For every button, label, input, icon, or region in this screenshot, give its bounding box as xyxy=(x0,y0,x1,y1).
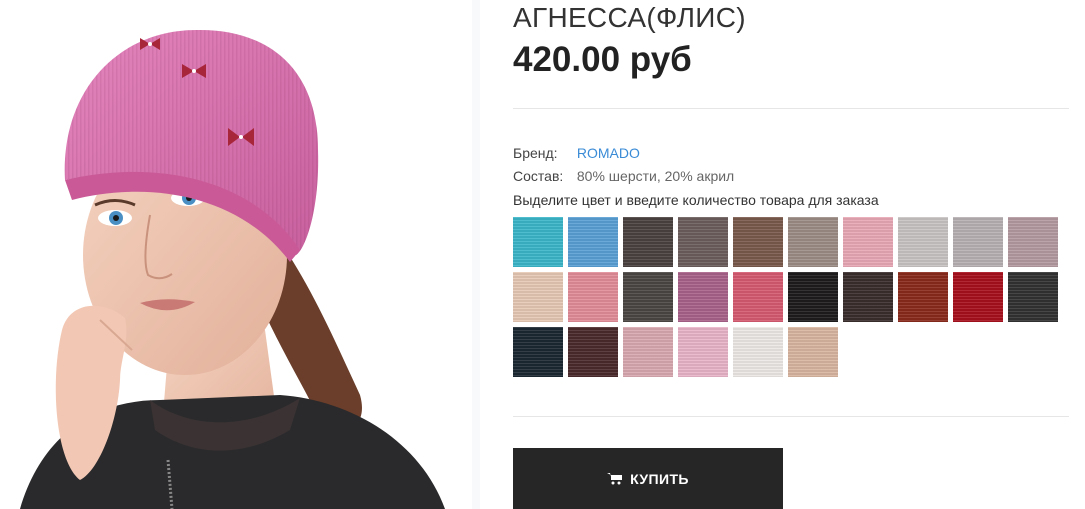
color-swatch[interactable] xyxy=(513,272,563,322)
color-swatch[interactable] xyxy=(1008,272,1058,322)
column-divider xyxy=(472,0,480,509)
product-photo[interactable] xyxy=(0,0,470,509)
product-info: АГНЕССА(ФЛИС) 420.00 руб Бренд: ROMADO С… xyxy=(513,0,1069,509)
color-swatch[interactable] xyxy=(623,327,673,377)
color-swatch[interactable] xyxy=(568,327,618,377)
color-swatch[interactable] xyxy=(788,217,838,267)
brand-label: Бренд: xyxy=(513,145,558,161)
divider xyxy=(513,416,1069,417)
product-title: АГНЕССА(ФЛИС) xyxy=(513,2,746,33)
color-swatch[interactable] xyxy=(1008,217,1058,267)
color-swatch[interactable] xyxy=(788,272,838,322)
color-swatch[interactable] xyxy=(623,272,673,322)
color-swatch[interactable] xyxy=(623,217,673,267)
composition-row: Состав: 80% шерсти, 20% акрил xyxy=(513,168,734,184)
color-swatch[interactable] xyxy=(678,327,728,377)
cart-icon xyxy=(607,473,623,485)
color-swatch[interactable] xyxy=(953,272,1003,322)
color-swatch[interactable] xyxy=(568,217,618,267)
color-swatch[interactable] xyxy=(733,327,783,377)
color-swatch[interactable] xyxy=(513,217,563,267)
buy-button-label: КУПИТЬ xyxy=(630,470,689,487)
buy-button[interactable]: КУПИТЬ xyxy=(513,448,783,509)
color-swatch[interactable] xyxy=(843,272,893,322)
color-swatch[interactable] xyxy=(953,217,1003,267)
product-price: 420.00 руб xyxy=(513,40,692,79)
composition-value: 80% шерсти, 20% акрил xyxy=(576,168,735,184)
color-swatch[interactable] xyxy=(733,272,783,322)
color-swatch[interactable] xyxy=(843,217,893,267)
color-swatch[interactable] xyxy=(898,272,948,322)
brand-row: Бренд: ROMADO xyxy=(513,145,640,161)
color-swatch[interactable] xyxy=(733,217,783,267)
color-swatch[interactable] xyxy=(898,217,948,267)
divider xyxy=(513,108,1069,109)
brand-link[interactable]: ROMADO xyxy=(577,145,640,161)
product-image xyxy=(20,29,445,509)
color-swatch[interactable] xyxy=(788,327,838,377)
color-swatch[interactable] xyxy=(513,327,563,377)
color-swatch[interactable] xyxy=(678,272,728,322)
color-swatch[interactable] xyxy=(568,272,618,322)
composition-label: Состав: xyxy=(513,168,564,184)
color-hint: Выделите цвет и введите количество товар… xyxy=(513,192,879,208)
color-swatch[interactable] xyxy=(678,217,728,267)
